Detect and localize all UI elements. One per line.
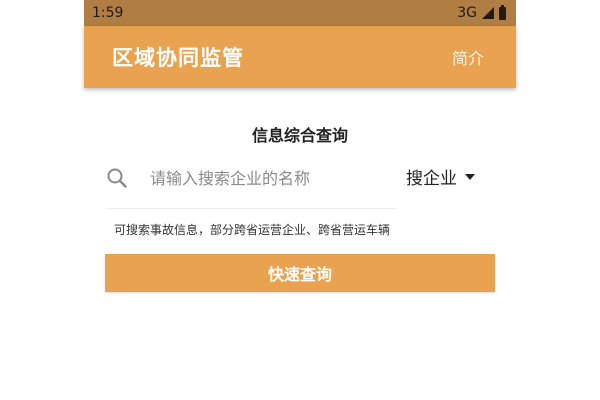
- search-type-dropdown[interactable]: 搜企业: [406, 164, 475, 189]
- chevron-down-icon: [465, 173, 475, 180]
- quick-search-button[interactable]: 快速查询: [105, 254, 495, 292]
- search-underline: [106, 208, 396, 209]
- search-hint: 可搜索事故信息，部分跨省运营企业、跨省营运车辆: [114, 223, 391, 237]
- status-time: 1:59: [92, 5, 124, 21]
- app-bar: 区域协同监管 简介: [84, 26, 516, 88]
- intro-button[interactable]: 简介: [452, 45, 484, 69]
- status-indicators: 3G: [457, 4, 506, 21]
- app-title: 区域协同监管: [112, 46, 244, 70]
- network-type: 3G: [457, 5, 477, 21]
- search-type-label: 搜企业: [406, 169, 457, 189]
- search-input[interactable]: [148, 167, 372, 189]
- search-icon: [107, 168, 127, 188]
- battery-icon: [499, 4, 506, 20]
- phone-screen: 1:59 3G 区域协同监管 简介 信息综合查询 搜企业 可搜索事故信息: [84, 0, 516, 400]
- signal-icon: [482, 7, 494, 19]
- status-bar: 1:59 3G: [84, 0, 516, 26]
- section-title: 信息综合查询: [251, 126, 348, 145]
- search-row: 搜企业: [106, 162, 476, 194]
